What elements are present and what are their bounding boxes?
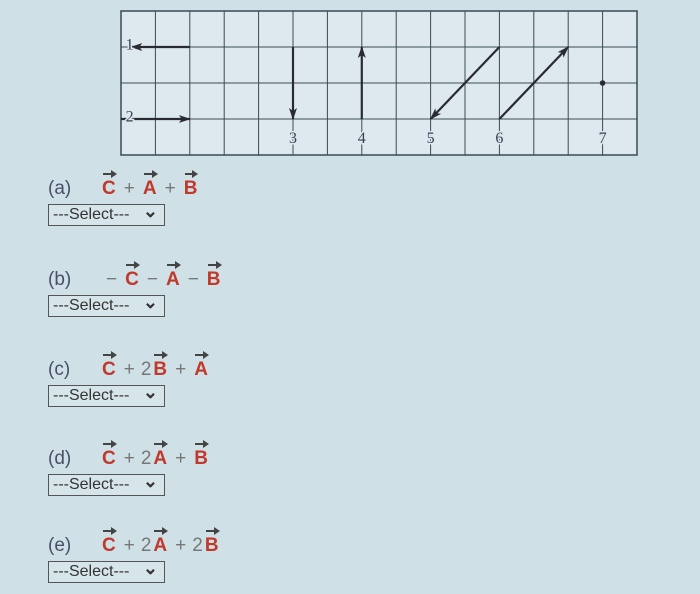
question-expression-line: (c) C +2 B + A bbox=[48, 351, 210, 381]
operator: + bbox=[175, 448, 187, 469]
operator: + bbox=[123, 178, 135, 199]
operator: + bbox=[123, 535, 135, 556]
answer-select[interactable]: ---Select--- ⌄ bbox=[48, 382, 165, 407]
vector-label-4: 4 bbox=[358, 130, 366, 147]
select-value: ---Select--- bbox=[53, 563, 130, 580]
vector-C: C bbox=[102, 440, 117, 469]
answer-select[interactable]: ---Select--- ⌄ bbox=[48, 471, 165, 496]
vector-label-7: 7 bbox=[599, 130, 607, 147]
vector-B: B bbox=[194, 440, 209, 469]
answer-select[interactable]: ---Select--- ⌄ bbox=[48, 558, 165, 583]
vector-expression: C + A + B bbox=[100, 170, 199, 200]
question-expression-line: (a) C + A + B bbox=[48, 170, 199, 200]
answer-select[interactable]: ---Select--- ⌄ bbox=[48, 201, 165, 226]
operator: + bbox=[123, 359, 135, 380]
chevron-down-icon: ⌄ bbox=[142, 292, 158, 312]
question-c: (c) C +2 B + A ---Select--- ⌄ bbox=[48, 351, 210, 407]
vector-B: B bbox=[204, 527, 220, 556]
zero-vector-point-7 bbox=[599, 80, 606, 86]
vector-C: C bbox=[102, 527, 117, 556]
question-b: (b) − C − A − B ---Select--- ⌄ bbox=[48, 261, 223, 317]
operator: − bbox=[146, 269, 158, 290]
select-value: ---Select--- bbox=[53, 206, 130, 223]
vector-expression: C +2 A +2 B bbox=[100, 527, 221, 557]
vector-A: A bbox=[194, 351, 209, 380]
vector-expression: C +2 B + A bbox=[100, 351, 210, 381]
question-label: (e) bbox=[48, 535, 72, 556]
vector-label-6: 6 bbox=[495, 130, 503, 147]
vector-label-1: 1 bbox=[126, 36, 134, 53]
question-expression-line: (b) − C − A − B bbox=[48, 261, 223, 291]
question-expression-line: (e) C +2 A +2 B bbox=[48, 527, 221, 557]
operator: + bbox=[175, 359, 187, 380]
select-value: ---Select--- bbox=[53, 387, 130, 404]
question-a: (a) C + A + B ---Select--- ⌄ bbox=[48, 170, 199, 226]
operator: + bbox=[164, 178, 176, 199]
question-e: (e) C +2 A +2 B ---Select--- ⌄ bbox=[48, 527, 221, 583]
vector-B: B bbox=[206, 261, 222, 290]
vector-expression: C +2 A + B bbox=[100, 440, 210, 470]
operator: + bbox=[175, 535, 187, 556]
vector-C: C bbox=[102, 351, 117, 380]
question-label: (d) bbox=[48, 448, 72, 469]
question-label: (a) bbox=[48, 178, 72, 199]
vector-C: C bbox=[125, 261, 140, 290]
vector-B: B bbox=[183, 170, 199, 199]
chevron-down-icon: ⌄ bbox=[142, 558, 158, 578]
vector-C: C bbox=[102, 170, 117, 199]
operator: − bbox=[187, 269, 199, 290]
vector-A: A bbox=[165, 261, 181, 290]
vector-B: B bbox=[153, 351, 168, 380]
select-value: ---Select--- bbox=[53, 476, 130, 493]
question-label: (b) bbox=[48, 269, 72, 290]
coefficient: 2 bbox=[192, 535, 203, 556]
operator: + bbox=[123, 448, 135, 469]
vector-grid-diagram: 1 2 3 4 5 6 7 bbox=[120, 10, 638, 156]
question-expression-line: (d) C +2 A + B bbox=[48, 440, 210, 470]
operator: − bbox=[106, 269, 118, 290]
vector-A: A bbox=[153, 440, 168, 469]
coefficient: 2 bbox=[140, 359, 152, 380]
vector-expression: − C − A − B bbox=[100, 261, 223, 291]
vector-grid: 1 2 3 4 5 6 7 bbox=[120, 10, 638, 156]
coefficient: 2 bbox=[140, 535, 152, 556]
coefficient: 2 bbox=[140, 448, 152, 469]
vector-label-3: 3 bbox=[289, 130, 297, 147]
vector-label-5: 5 bbox=[427, 130, 435, 147]
chevron-down-icon: ⌄ bbox=[142, 382, 158, 402]
question-label: (c) bbox=[48, 359, 71, 380]
chevron-down-icon: ⌄ bbox=[142, 201, 158, 221]
vector-A: A bbox=[142, 170, 158, 199]
vector-A: A bbox=[153, 527, 168, 556]
question-d: (d) C +2 A + B ---Select--- ⌄ bbox=[48, 440, 210, 496]
select-value: ---Select--- bbox=[53, 297, 130, 314]
vector-label-2: 2 bbox=[126, 108, 134, 125]
chevron-down-icon: ⌄ bbox=[142, 471, 158, 491]
answer-select[interactable]: ---Select--- ⌄ bbox=[48, 292, 165, 317]
